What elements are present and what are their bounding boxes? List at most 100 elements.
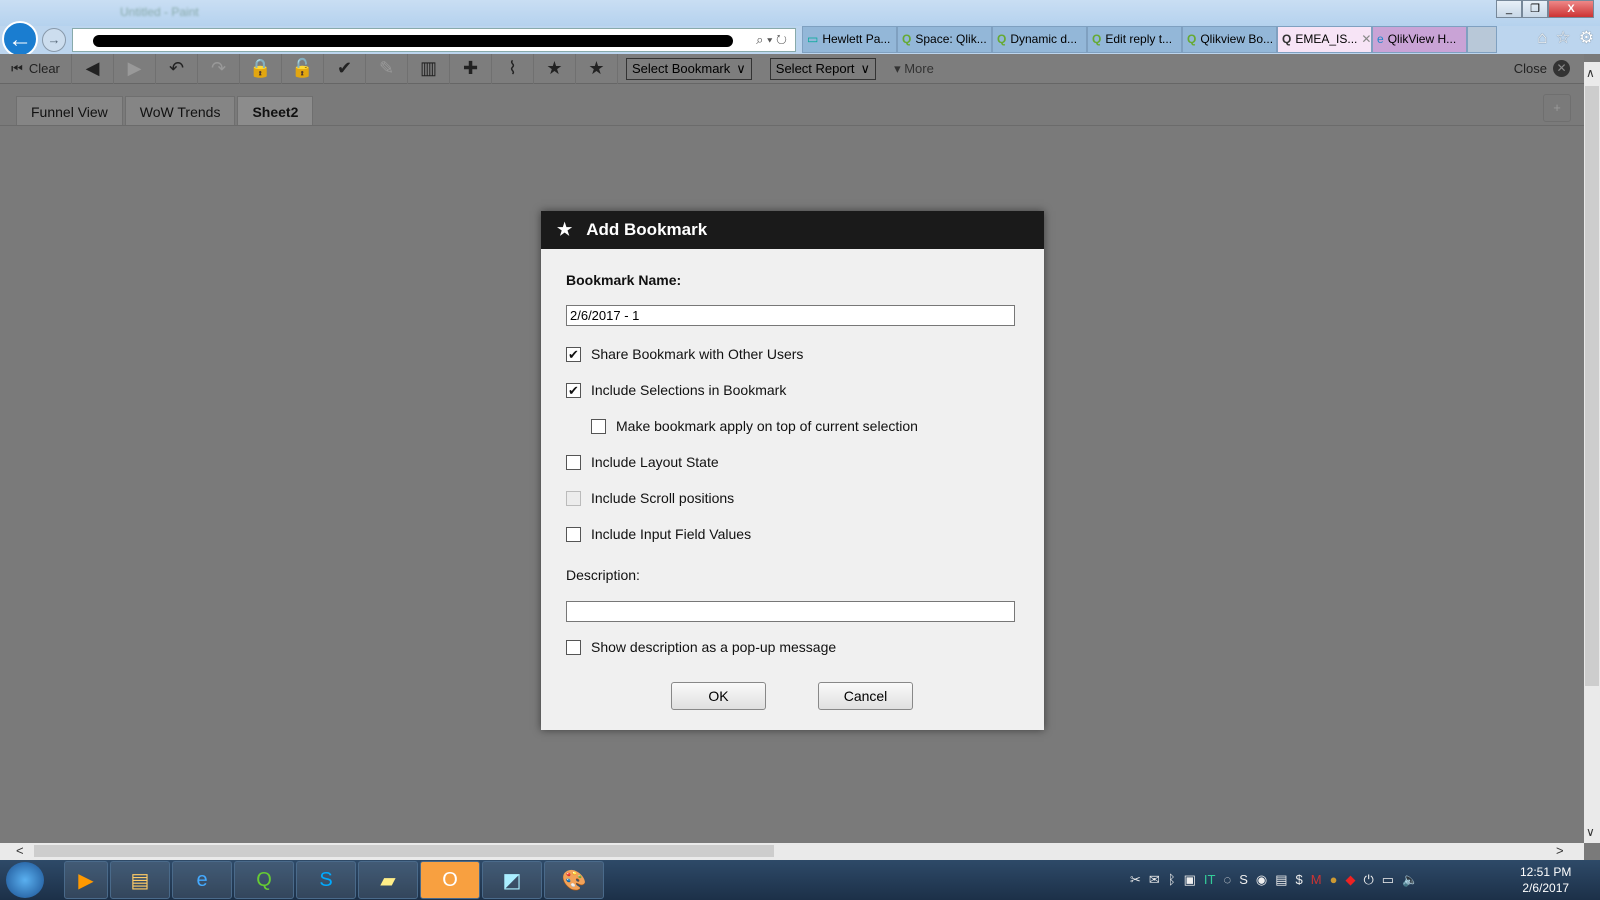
- apply-on-top-checkbox[interactable]: Make bookmark apply on top of current se…: [591, 418, 918, 434]
- power-icon[interactable]: ⏻: [1363, 872, 1373, 888]
- browser-nav: ← → ⌕ ▾ ↻ ▭ Hewlett Pa... Q Space: Qlik...…: [0, 21, 1600, 57]
- wifi-icon[interactable]: ◉: [1256, 872, 1267, 888]
- red-app-icon[interactable]: ◆: [1345, 872, 1355, 888]
- outlook-icon[interactable]: O: [420, 861, 480, 899]
- close-tab-icon[interactable]: ✕: [1361, 32, 1371, 47]
- ie-icon[interactable]: e: [172, 861, 232, 899]
- checkbox[interactable]: [566, 526, 581, 542]
- share-bookmark-checkbox[interactable]: ✔ Share Bookmark with Other Users: [566, 346, 803, 362]
- file-explorer-icon[interactable]: ▤: [110, 861, 170, 899]
- qlikview-icon[interactable]: Q: [234, 861, 294, 899]
- select-report-dropdown[interactable]: Select Report ∨: [769, 57, 877, 80]
- bookmark-name-input[interactable]: [566, 305, 1015, 326]
- undo-icon[interactable]: ↶: [156, 53, 198, 84]
- browser-tab[interactable]: Q Qlikview Bo...: [1182, 26, 1277, 53]
- minimize-button[interactable]: _: [1496, 0, 1522, 18]
- scroll-right-icon[interactable]: >: [1556, 843, 1564, 858]
- drive-icon[interactable]: ●: [1330, 872, 1338, 888]
- qlik-icon: Q: [1282, 32, 1292, 46]
- add-sheet-button[interactable]: +: [1543, 94, 1571, 122]
- address-bar[interactable]: ⌕ ▾ ↻: [72, 28, 796, 52]
- display-icon[interactable]: ▤: [1275, 872, 1287, 888]
- it-icon[interactable]: IT: [1204, 872, 1216, 888]
- browser-tab[interactable]: e QlikView H...: [1372, 26, 1467, 53]
- back-icon[interactable]: ◀: [72, 53, 114, 84]
- browser-tab[interactable]: Q Dynamic d...: [992, 26, 1087, 53]
- check-icon[interactable]: ✔: [324, 53, 366, 84]
- plus-icon[interactable]: ✚: [450, 53, 492, 84]
- scroll-up-icon[interactable]: ∧: [1586, 66, 1595, 80]
- onenote-icon[interactable]: ✂: [1130, 872, 1141, 888]
- skype-icon[interactable]: S: [296, 861, 356, 899]
- browser-tab[interactable]: Q Edit reply t...: [1087, 26, 1182, 53]
- mcafee-icon[interactable]: M: [1311, 872, 1322, 888]
- ok-button[interactable]: OK: [671, 682, 766, 710]
- include-selections-checkbox[interactable]: ✔ Include Selections in Bookmark: [566, 382, 786, 398]
- app-icon[interactable]: ◩: [482, 861, 542, 899]
- qlik-icon: Q: [1187, 32, 1197, 46]
- pencil-icon[interactable]: ✎: [366, 53, 408, 84]
- monitor-icon[interactable]: ◌: [1223, 872, 1231, 888]
- browser-tab[interactable]: ▭ Hewlett Pa...: [802, 26, 897, 53]
- scroll-thumb[interactable]: [1585, 86, 1599, 686]
- back-button[interactable]: ←: [2, 21, 38, 57]
- sheet-tab-funnel-view[interactable]: Funnel View: [16, 96, 123, 125]
- notes-icon[interactable]: ▰: [358, 861, 418, 899]
- scroll-thumb[interactable]: [34, 845, 774, 857]
- forward-icon[interactable]: ▶: [114, 53, 156, 84]
- home-icon[interactable]: ⌂: [1537, 28, 1547, 48]
- include-layout-state-checkbox[interactable]: Include Layout State: [566, 454, 719, 470]
- include-scroll-positions-checkbox[interactable]: Include Scroll positions: [566, 490, 734, 506]
- dollar-icon[interactable]: $: [1296, 872, 1303, 888]
- star-icon: ★: [557, 220, 573, 239]
- chevron-down-icon: ∨: [736, 60, 746, 76]
- select-bookmark-dropdown[interactable]: Select Bookmark ∨: [626, 57, 752, 80]
- browser-tab-active[interactable]: Q EMEA_IS... ✕: [1277, 26, 1372, 53]
- checkbox-checked[interactable]: ✔: [566, 346, 581, 362]
- restore-button[interactable]: ❐: [1522, 0, 1548, 18]
- bluetooth-icon[interactable]: ᛒ: [1168, 872, 1176, 888]
- show-popup-checkbox[interactable]: Show description as a pop-up message: [566, 639, 836, 655]
- add-bookmark-star-icon[interactable]: ★: [534, 53, 576, 84]
- qlik-icon: Q: [1092, 32, 1102, 46]
- close-button[interactable]: Close ✕: [1514, 60, 1570, 77]
- lock-icon[interactable]: 🔒: [240, 53, 282, 84]
- include-input-field-values-checkbox[interactable]: Include Input Field Values: [566, 526, 751, 542]
- clear-button[interactable]: ⏮ Clear: [0, 53, 72, 84]
- network-icon[interactable]: ▣: [1184, 872, 1196, 888]
- skype-tray-icon[interactable]: S: [1239, 872, 1248, 888]
- vertical-scrollbar[interactable]: ∧ ∨: [1584, 62, 1600, 843]
- bookmark-name-label: Bookmark Name:: [566, 272, 682, 288]
- sheet-tab-sheet2[interactable]: Sheet2: [237, 96, 314, 125]
- scroll-down-icon[interactable]: ∨: [1586, 825, 1595, 839]
- browser-tab[interactable]: Q Space: Qlik...: [897, 26, 992, 53]
- description-input[interactable]: [566, 601, 1015, 622]
- close-window-button[interactable]: X: [1548, 0, 1594, 18]
- volume-icon[interactable]: 🔈: [1402, 872, 1418, 888]
- redo-icon[interactable]: ↷: [198, 53, 240, 84]
- brush-icon[interactable]: ⌇: [492, 53, 534, 84]
- remove-bookmark-star-icon[interactable]: ★: [576, 53, 618, 84]
- gear-icon[interactable]: ⚙: [1579, 28, 1594, 48]
- cancel-button[interactable]: Cancel: [818, 682, 913, 710]
- new-tab-button[interactable]: [1467, 26, 1497, 53]
- search-refresh-icon[interactable]: ⌕ ▾ ↻: [756, 32, 787, 48]
- clock[interactable]: 12:51 PM 2/6/2017: [1520, 864, 1571, 896]
- more-button[interactable]: ▾ More: [894, 61, 934, 77]
- horizontal-scrollbar[interactable]: < >: [0, 843, 1584, 860]
- media-player-icon[interactable]: ▶: [64, 861, 108, 899]
- chart-icon[interactable]: ▥: [408, 53, 450, 84]
- checkbox[interactable]: [566, 639, 581, 655]
- forward-button[interactable]: →: [42, 28, 66, 52]
- checkbox-checked[interactable]: ✔: [566, 382, 581, 398]
- mail-icon[interactable]: ✉: [1149, 872, 1160, 888]
- checkbox[interactable]: [566, 454, 581, 470]
- checkbox[interactable]: [591, 418, 606, 434]
- unlock-icon[interactable]: 🔓: [282, 53, 324, 84]
- favorites-star-icon[interactable]: ☆: [1556, 28, 1571, 48]
- scroll-left-icon[interactable]: <: [16, 843, 24, 858]
- paint-icon[interactable]: 🎨: [544, 861, 604, 899]
- start-button[interactable]: [6, 862, 44, 898]
- sheet-tab-wow-trends[interactable]: WoW Trends: [124, 96, 236, 125]
- lan-icon[interactable]: ▭: [1382, 872, 1394, 888]
